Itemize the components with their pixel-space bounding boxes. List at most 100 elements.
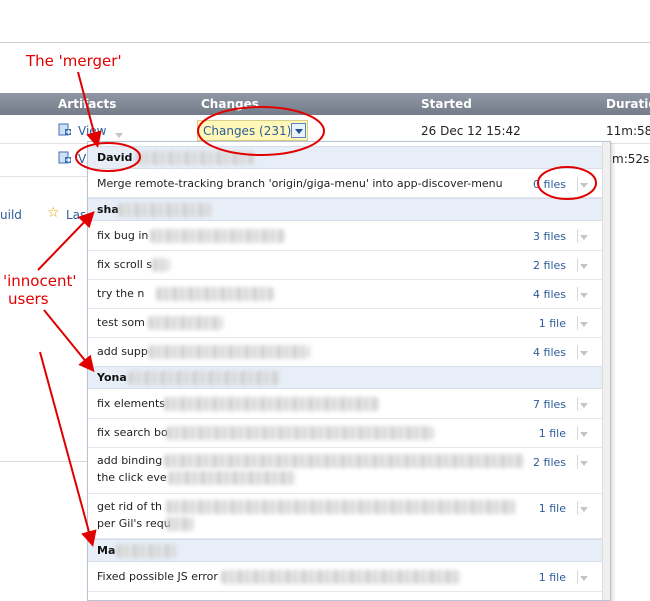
commit-files-link[interactable]: 7 files — [533, 398, 566, 411]
commit-row[interactable]: fix elements 7 files — [88, 390, 602, 419]
commit-row[interactable]: Fixed possible JS error 1 file — [88, 563, 602, 592]
table-header: Artifacts Changes Started Duratio — [0, 93, 650, 115]
header-started[interactable]: Started — [421, 97, 472, 111]
separator — [577, 229, 578, 243]
commit-files-link[interactable]: 1 file — [539, 317, 566, 330]
separator — [577, 258, 578, 272]
chevron-down-icon[interactable] — [580, 322, 588, 327]
commit-files-link[interactable]: 2 files — [533, 259, 566, 272]
chevron-down-icon[interactable] — [580, 183, 588, 188]
committer-group: David — [88, 146, 602, 169]
chevron-down-icon[interactable] — [580, 507, 588, 512]
artifacts-view-link[interactable]: V — [78, 152, 86, 166]
commit-message: Fixed possible JS error — [97, 570, 218, 583]
commit-message: try the n — [97, 287, 145, 300]
chevron-down-icon[interactable] — [580, 576, 588, 581]
redacted-text — [166, 426, 434, 440]
committer-name: Ma — [97, 544, 116, 557]
annotation-users: users — [8, 290, 49, 308]
popup-scrollbar[interactable] — [602, 142, 610, 600]
commit-row[interactable]: add supp 4 files — [88, 338, 602, 367]
row-divider — [0, 176, 90, 177]
separator — [577, 570, 578, 584]
commit-row[interactable]: get rid of th per Gil's requ 1 file — [88, 494, 602, 539]
commit-files-link[interactable]: 4 files — [533, 288, 566, 301]
redacted-text — [164, 454, 524, 468]
last-link[interactable]: Las — [66, 208, 86, 222]
separator — [577, 455, 578, 469]
separator — [577, 287, 578, 301]
committer-group: Ma — [88, 539, 602, 562]
redacted-text — [150, 229, 285, 243]
duration-value: 11m:58 — [606, 124, 650, 138]
commit-message: add binding — [97, 454, 163, 467]
commit-row[interactable]: fix bug in 3 files — [88, 222, 602, 251]
separator — [577, 501, 578, 515]
redacted-text — [116, 544, 176, 558]
artifacts-icon[interactable] — [58, 151, 72, 165]
redacted-text — [156, 287, 274, 301]
separator — [577, 345, 578, 359]
commit-row[interactable]: add binding the click eve 2 files — [88, 448, 602, 494]
artifacts-icon[interactable] — [58, 123, 72, 137]
header-changes[interactable]: Changes — [201, 97, 259, 111]
chevron-down-icon[interactable] — [580, 264, 588, 269]
committer-group: Yona — [88, 366, 602, 389]
build-link[interactable]: uild — [0, 208, 22, 222]
committer-group: sha — [88, 198, 602, 221]
annotation-innocent: 'innocent' — [3, 272, 77, 290]
commit-message: Merge remote-tracking branch 'origin/gig… — [97, 177, 503, 190]
commit-row[interactable]: Merge remote-tracking branch 'origin/gig… — [88, 170, 602, 198]
changes-toggle-button[interactable] — [291, 123, 306, 138]
commit-files-link[interactable]: 1 file — [539, 427, 566, 440]
committer-name: David — [97, 151, 133, 164]
chevron-down-icon[interactable] — [580, 403, 588, 408]
chevron-down-icon[interactable] — [580, 235, 588, 240]
section-divider — [0, 461, 90, 462]
arrow-innocent-3 — [39, 351, 97, 547]
commit-row[interactable]: test som 1 file — [88, 309, 602, 338]
committer-name: sha — [97, 203, 119, 216]
commit-files-link[interactable]: 0 files — [533, 178, 566, 191]
redacted-text — [166, 500, 516, 514]
chevron-down-icon[interactable] — [580, 293, 588, 298]
chevron-down-icon[interactable] — [580, 432, 588, 437]
commit-message: get rid of th — [97, 500, 163, 513]
commit-row[interactable]: fix scroll s 2 files — [88, 251, 602, 280]
redacted-text — [128, 371, 280, 385]
commit-message: fix search bo — [97, 426, 168, 439]
redacted-text — [148, 316, 223, 330]
commit-row[interactable]: fix search bo 1 file — [88, 419, 602, 448]
redacted-text — [136, 151, 254, 165]
commit-files-link[interactable]: 1 file — [539, 571, 566, 584]
redacted-text — [166, 517, 194, 531]
chevron-down-icon[interactable] — [115, 128, 123, 141]
commit-row[interactable]: try the n 4 files — [88, 280, 602, 309]
changes-popup: David Merge remote-tracking branch 'orig… — [87, 141, 611, 601]
arrow-innocent-2 — [43, 309, 95, 373]
artifacts-view-link[interactable]: View — [78, 124, 106, 138]
changes-dropdown[interactable]: Changes (231) — [197, 120, 308, 141]
redacted-text — [221, 570, 461, 584]
chevron-down-icon[interactable] — [580, 461, 588, 466]
redacted-text — [164, 397, 379, 411]
commit-message: fix scroll s — [97, 258, 153, 271]
redacted-text — [168, 471, 296, 485]
star-icon: ☆ — [47, 205, 60, 221]
annotation-merger: The 'merger' — [26, 52, 122, 70]
commit-files-link[interactable]: 3 files — [533, 230, 566, 243]
header-artifacts[interactable]: Artifacts — [58, 97, 116, 111]
commit-message: test som — [97, 316, 145, 329]
separator — [577, 316, 578, 330]
header-duration[interactable]: Duratio — [606, 97, 650, 111]
changes-link[interactable]: Changes (231) — [203, 124, 291, 138]
arrow-innocent-1 — [37, 211, 95, 271]
separator — [577, 177, 578, 191]
commit-files-link[interactable]: 4 files — [533, 346, 566, 359]
chevron-down-icon[interactable] — [580, 351, 588, 356]
redacted-text — [152, 258, 170, 272]
commit-files-link[interactable]: 2 files — [533, 456, 566, 469]
duration-value: m:52s — [612, 152, 650, 166]
commit-files-link[interactable]: 1 file — [539, 502, 566, 515]
commit-message: fix bug in — [97, 229, 149, 242]
